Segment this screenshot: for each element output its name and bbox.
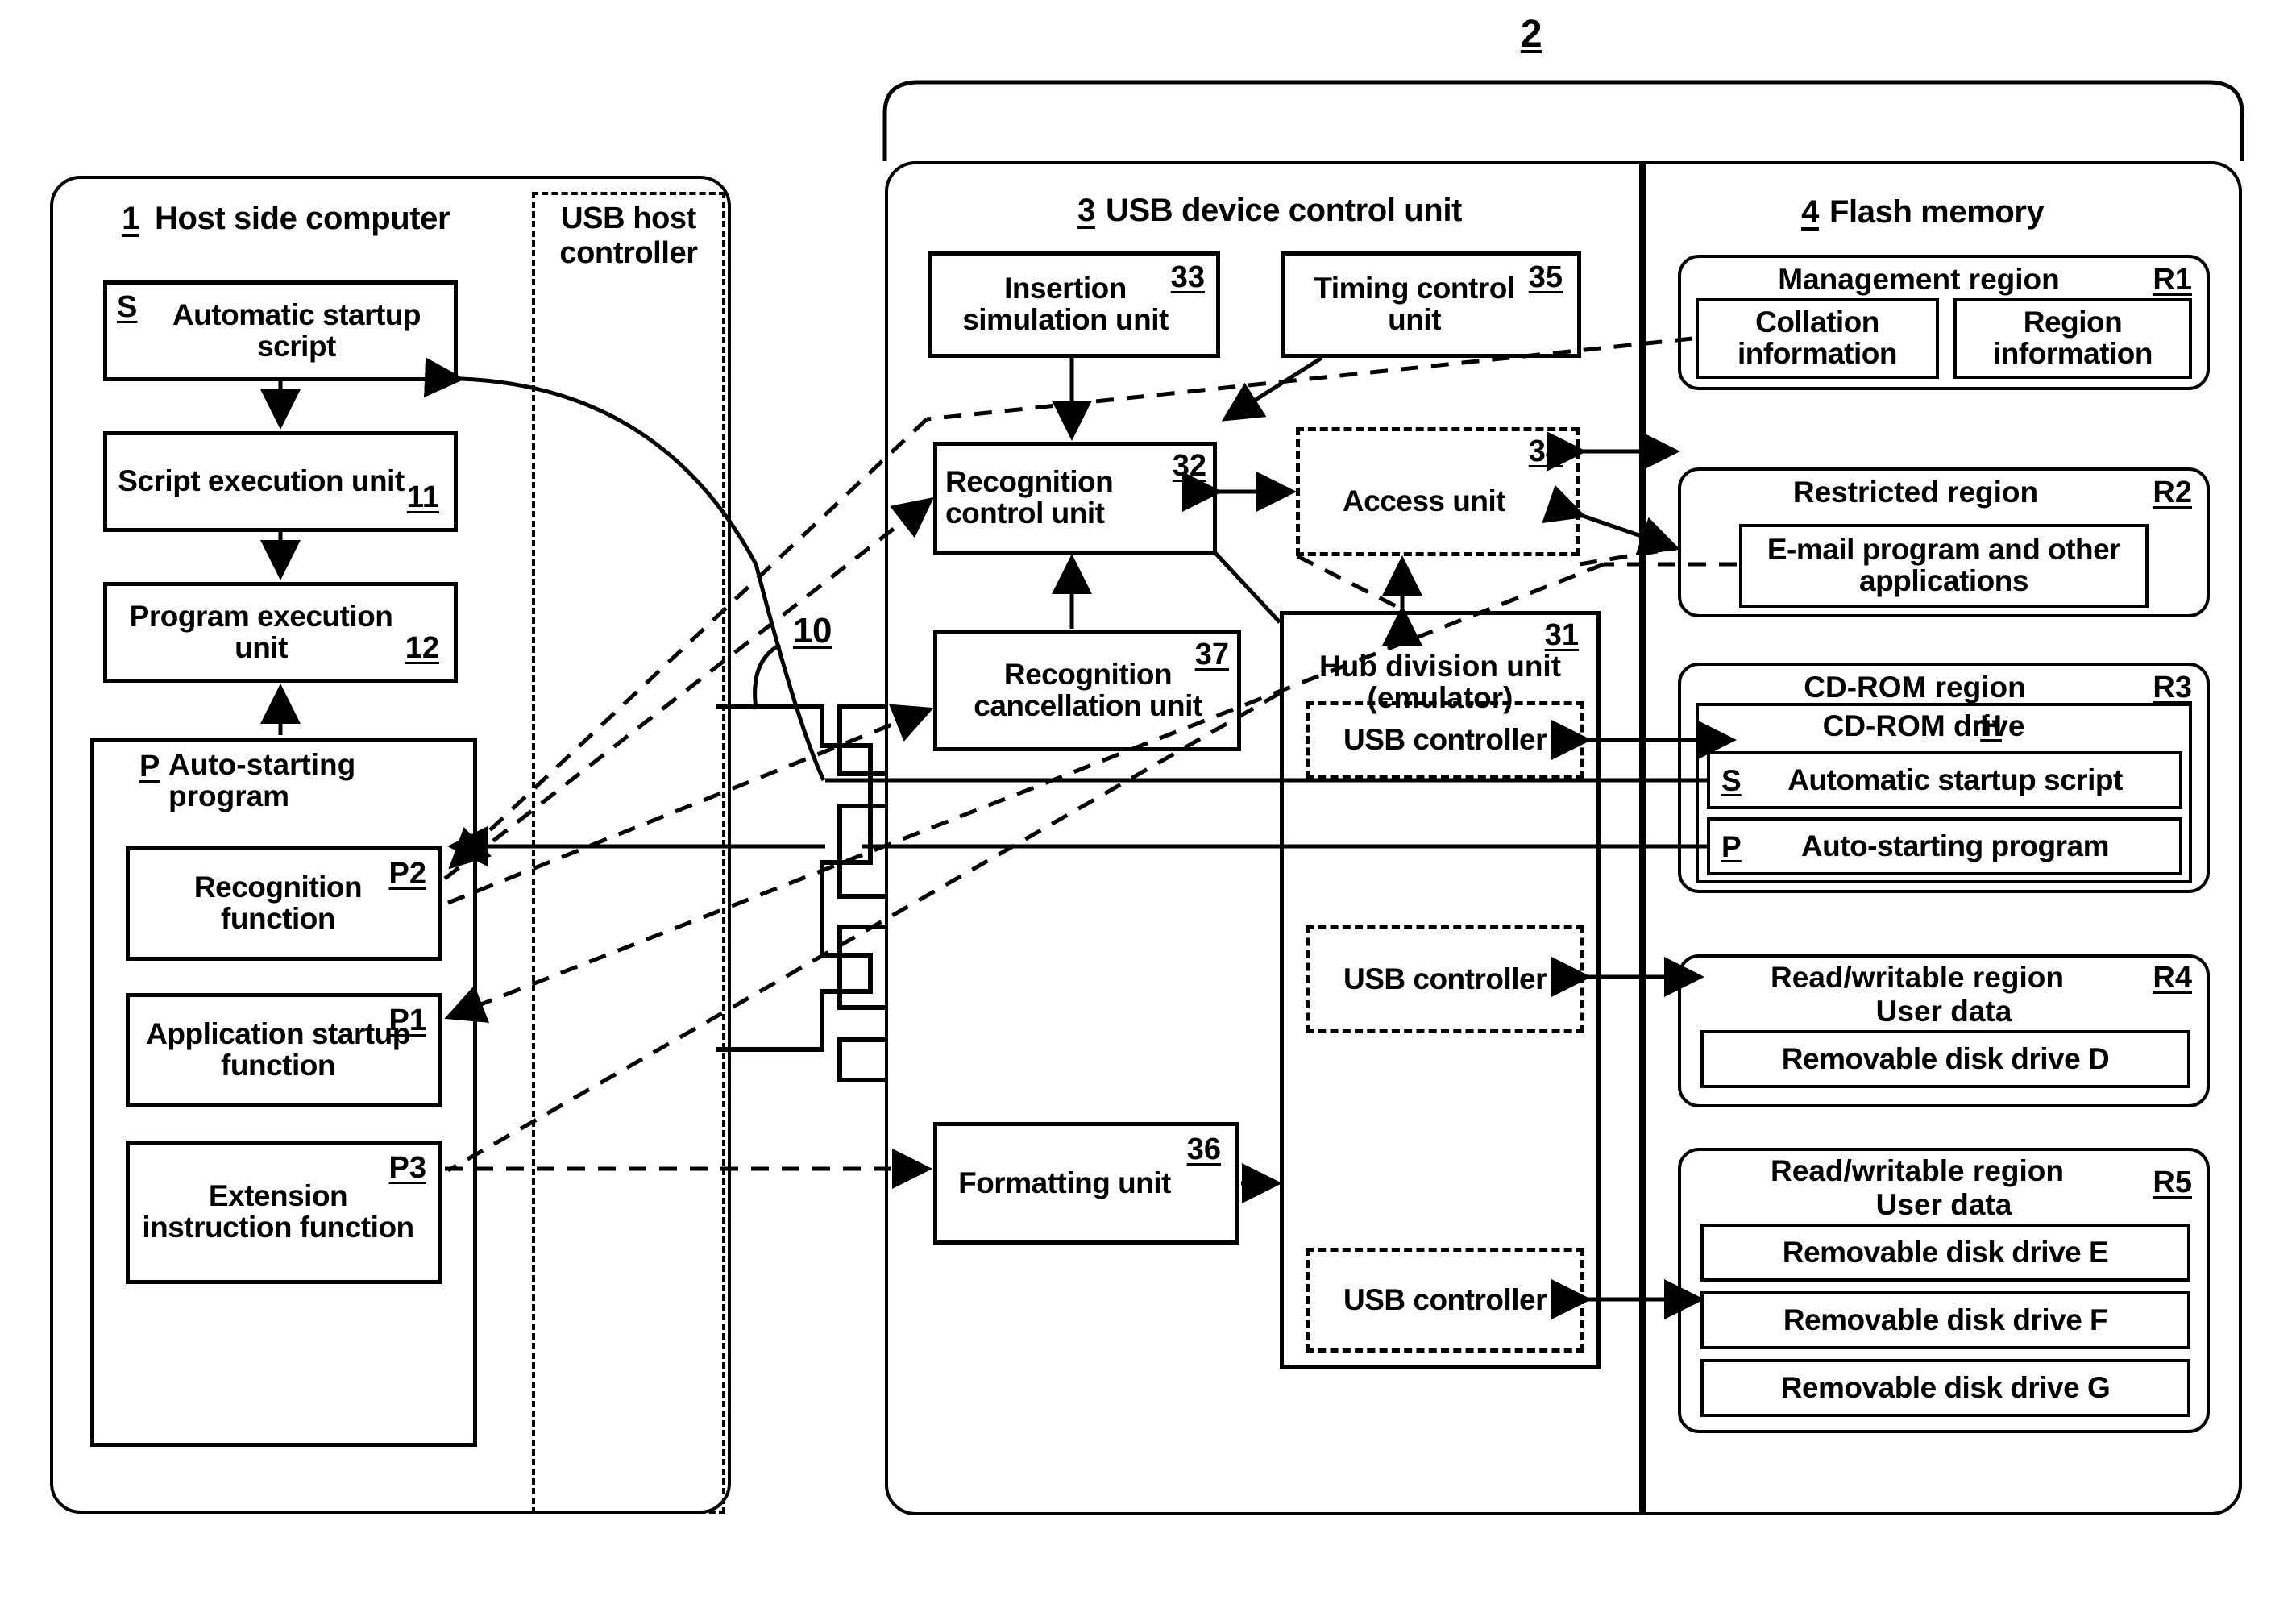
connector-number: 10 bbox=[792, 611, 832, 650]
recognition-control-unit-number: 32 bbox=[1172, 449, 1206, 483]
timing-control-unit-box[interactable]: Timing control unit 35 bbox=[1281, 251, 1581, 358]
automatic-startup-script-box[interactable]: S Automatic startup script bbox=[103, 280, 458, 381]
removable-disk-drive-g-label: Removable disk drive G bbox=[1780, 1370, 2111, 1404]
email-program-box[interactable]: E-mail program and other applications bbox=[1739, 524, 2149, 608]
tag-p-host: P bbox=[139, 750, 160, 783]
collation-information-box[interactable]: Collation information bbox=[1696, 298, 1939, 379]
recognition-cancellation-unit-label: Recognition cancellation unit bbox=[974, 658, 1202, 722]
removable-disk-drive-e-box[interactable]: Removable disk drive E bbox=[1700, 1224, 2190, 1282]
cdrom-auto-starting-program-box[interactable]: P Auto-starting program bbox=[1707, 817, 2182, 875]
cdrom-drive-title: CD-ROM drive bbox=[1822, 709, 2025, 742]
removable-disk-drive-d-label: Removable disk drive D bbox=[1781, 1041, 2110, 1075]
extension-instruction-function-number: P3 bbox=[388, 1151, 426, 1185]
collation-information-label: Collation information bbox=[1738, 305, 1897, 370]
program-execution-unit-number: 12 bbox=[405, 631, 439, 665]
auto-starting-program-title: Auto-starting program bbox=[168, 748, 356, 812]
cdrom-automatic-startup-script-label: Automatic startup script bbox=[1787, 763, 2123, 796]
flash-panel-title: Flash memory bbox=[1829, 194, 2045, 230]
usb-controller-3-label: USB controller bbox=[1343, 1282, 1547, 1316]
usb-host-controller-box[interactable] bbox=[532, 192, 725, 1514]
application-startup-function-number: P1 bbox=[388, 1004, 426, 1037]
usb-controller-1-label: USB controller bbox=[1343, 722, 1547, 756]
figure-number: 2 bbox=[1520, 13, 1542, 56]
readwritable-r4-title: Read/writable region bbox=[1771, 961, 2064, 994]
usb-controller-1-box[interactable]: USB controller bbox=[1306, 701, 1584, 779]
program-execution-unit-box[interactable]: Program execution unit 12 bbox=[103, 582, 458, 683]
automatic-startup-script-label: Automatic startup script bbox=[172, 297, 421, 363]
cdrom-auto-starting-program-label: Auto-starting program bbox=[1800, 829, 2110, 862]
extension-instruction-function-box[interactable]: Extension instruction function P3 bbox=[126, 1141, 442, 1284]
insertion-simulation-unit-box[interactable]: Insertion simulation unit 33 bbox=[928, 251, 1220, 358]
cdrom-region-title: CD-ROM region bbox=[1804, 671, 2026, 704]
device-panel-title-number: 3 bbox=[1077, 193, 1095, 228]
access-unit-number: 34 bbox=[1528, 434, 1563, 468]
recognition-function-box[interactable]: Recognition function P2 bbox=[126, 846, 442, 961]
restricted-region-number: R2 bbox=[2153, 476, 2192, 509]
removable-disk-drive-e-label: Removable disk drive E bbox=[1782, 1235, 2109, 1269]
script-execution-unit-box[interactable]: Script execution unit 11 bbox=[103, 431, 458, 532]
cdrom-automatic-startup-script-box[interactable]: S Automatic startup script bbox=[1707, 751, 2182, 809]
removable-disk-drive-d-box[interactable]: Removable disk drive D bbox=[1700, 1030, 2190, 1088]
usb-controller-2-box[interactable]: USB controller bbox=[1306, 925, 1584, 1033]
recognition-cancellation-unit-number: 37 bbox=[1194, 638, 1229, 671]
management-region-title: Management region bbox=[1778, 263, 2060, 296]
email-program-label: E-mail program and other applications bbox=[1767, 533, 2121, 597]
restricted-region-title: Restricted region bbox=[1792, 476, 2039, 509]
readwritable-r5-title: Read/writable region bbox=[1771, 1154, 2064, 1187]
script-execution-unit-label: Script execution unit bbox=[118, 464, 405, 498]
readwritable-r4-subtitle: User data bbox=[1875, 995, 2012, 1028]
insertion-simulation-unit-number: 33 bbox=[1170, 260, 1205, 294]
removable-disk-drive-f-box[interactable]: Removable disk drive F bbox=[1700, 1291, 2190, 1349]
application-startup-function-box[interactable]: Application startup function P1 bbox=[126, 993, 442, 1107]
region-information-label: Region information bbox=[1993, 305, 2153, 370]
script-execution-unit-number: 11 bbox=[406, 480, 439, 514]
recognition-cancellation-unit-box[interactable]: Recognition cancellation unit 37 bbox=[933, 630, 1241, 751]
host-panel-title: Host side computer bbox=[155, 201, 450, 236]
device-panel-title: USB device control unit bbox=[1106, 193, 1462, 228]
access-unit-box[interactable]: Access unit 34 bbox=[1296, 427, 1580, 556]
management-region-number: R1 bbox=[2153, 263, 2192, 297]
recognition-control-unit-box[interactable]: Recognition control unit 32 bbox=[933, 442, 1217, 555]
cdrom-region-number: R3 bbox=[2153, 671, 2192, 704]
removable-disk-drive-f-label: Removable disk drive F bbox=[1783, 1303, 2108, 1336]
usb-controller-2-label: USB controller bbox=[1343, 962, 1547, 995]
recognition-control-unit-label: Recognition control unit bbox=[945, 465, 1114, 530]
program-execution-unit-label: Program execution unit bbox=[129, 599, 393, 664]
recognition-function-number: P2 bbox=[388, 857, 426, 891]
readwritable-r4-number: R4 bbox=[2153, 961, 2192, 995]
usb-controller-3-box[interactable]: USB controller bbox=[1306, 1248, 1584, 1353]
removable-disk-drive-g-box[interactable]: Removable disk drive G bbox=[1700, 1359, 2190, 1417]
formatting-unit-box[interactable]: Formatting unit 36 bbox=[933, 1122, 1239, 1245]
region-information-box[interactable]: Region information bbox=[1953, 298, 2192, 379]
host-panel-title-number: 1 bbox=[122, 201, 139, 236]
readwritable-r5-subtitle: User data bbox=[1875, 1188, 2012, 1221]
formatting-unit-number: 36 bbox=[1186, 1132, 1221, 1166]
usb-host-controller-label: USB host controller bbox=[559, 202, 698, 270]
flash-panel-title-number: 4 bbox=[1801, 194, 1819, 230]
cdrom-drive-letter: H bbox=[1980, 709, 2002, 742]
timing-control-unit-number: 35 bbox=[1528, 260, 1563, 294]
hub-division-unit-number: 31 bbox=[1544, 618, 1579, 652]
